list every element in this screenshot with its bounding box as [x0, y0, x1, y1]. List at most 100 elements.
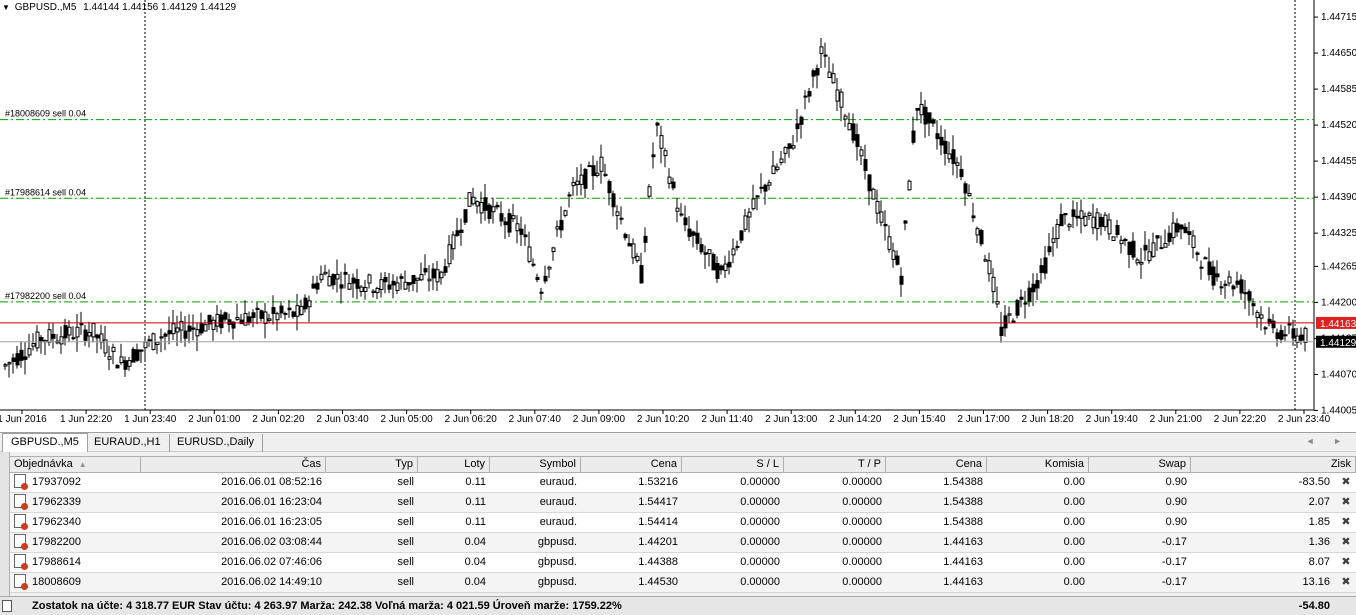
- candle-body: [171, 323, 176, 335]
- candle-body: [951, 149, 956, 164]
- cell-stop-loss: 0.00000: [740, 556, 780, 568]
- table-row[interactable]: 17982200 2016.06.02 03:08:44 sell 0.04 gbpus…: [10, 533, 1356, 553]
- cell-symbol: gbpusd.: [537, 536, 577, 548]
- cell-lots: 0.04: [464, 556, 486, 568]
- tab-gbpusd-m5[interactable]: GBPUSD.,M5: [2, 433, 88, 453]
- table-row[interactable]: 17962340 2016.06.01 16:23:05 sell 0.11 eurau…: [10, 513, 1356, 533]
- candle-body: [663, 150, 668, 157]
- cell-stop-loss: 0.00000: [740, 576, 780, 588]
- candle-body: [319, 273, 324, 281]
- candle-body: [831, 73, 836, 84]
- candle-body: [347, 283, 352, 290]
- candle-body: [1215, 273, 1220, 278]
- cell-take-profit: 0.00000: [842, 496, 882, 508]
- candle-body: [135, 349, 140, 361]
- close-order-icon[interactable]: ✖: [1340, 493, 1352, 512]
- candle-body: [971, 215, 976, 219]
- col-header-open-price[interactable]: Cena: [581, 457, 682, 473]
- candle-body: [1147, 251, 1152, 262]
- candle-body: [1063, 213, 1068, 216]
- candle-body: [495, 204, 500, 208]
- candle-body: [1131, 240, 1136, 258]
- col-header-order[interactable]: Objednávka ▲: [10, 457, 141, 473]
- table-row[interactable]: 17937092 2016.06.01 08:52:16 sell 0.11 eurau…: [10, 473, 1356, 493]
- candle-body: [1071, 209, 1076, 217]
- candle-body: [1035, 280, 1040, 289]
- col-header-current-price[interactable]: Cena: [886, 457, 987, 473]
- candle-body: [943, 140, 948, 154]
- price-chart[interactable]: ▼ GBPUSD.,M5 1.44144 1.44156 1.44129 1.4…: [0, 0, 1356, 432]
- candle-body: [167, 330, 172, 335]
- col-header-sl[interactable]: S / L: [682, 457, 784, 473]
- candle-body: [211, 319, 216, 330]
- cell-lots: 0.11: [465, 516, 486, 528]
- candle-body: [1099, 217, 1104, 227]
- close-order-icon[interactable]: ✖: [1340, 473, 1352, 492]
- time-tick-label: 2 Jun 18:20: [1021, 414, 1074, 425]
- trade-table: Objednávka ▲ Čas Typ Loty Symbol Cena S /…: [10, 456, 1356, 593]
- cell-profit: 1.36 ✖: [1191, 533, 1356, 552]
- candle-body: [947, 153, 952, 160]
- candle-body: [775, 166, 780, 171]
- candle-body: [51, 333, 56, 339]
- candle-body: [1227, 276, 1232, 284]
- chart-menu-triangle-icon[interactable]: ▼: [2, 3, 10, 12]
- candle-body: [711, 253, 716, 271]
- candle-body: [383, 276, 388, 283]
- candle-body: [63, 325, 68, 339]
- col-header-profit[interactable]: Zisk: [1191, 457, 1356, 473]
- col-header-commission[interactable]: Komisia: [987, 457, 1089, 473]
- close-order-icon[interactable]: ✖: [1340, 573, 1352, 592]
- candle-body: [1279, 329, 1284, 340]
- candle-body: [515, 223, 520, 232]
- table-row[interactable]: 17962339 2016.06.01 16:23:04 sell 0.11 eurau…: [10, 493, 1356, 513]
- candle-body: [443, 266, 448, 273]
- table-row[interactable]: 17988614 2016.06.02 07:46:06 sell 0.04 gbpus…: [10, 553, 1356, 573]
- candle-body: [995, 301, 1000, 305]
- candle-body: [567, 194, 572, 197]
- cell-stop-loss: 0.00000: [740, 496, 780, 508]
- candle-body: [1275, 332, 1280, 340]
- cell-open-price: 1.54414: [638, 516, 678, 528]
- close-order-icon[interactable]: ✖: [1340, 553, 1352, 572]
- candle-body: [671, 181, 676, 189]
- cell-current-price: 1.54388: [943, 476, 983, 488]
- table-row[interactable]: 18008609 2016.06.02 14:49:10 sell 0.04 gbpus…: [10, 573, 1356, 593]
- col-header-type[interactable]: Typ: [326, 457, 418, 473]
- close-order-icon[interactable]: ✖: [1340, 533, 1352, 552]
- candle-body: [91, 322, 96, 338]
- candle-body: [1211, 266, 1216, 286]
- price-tick-label: 1.44585: [1321, 84, 1356, 95]
- candle-body: [1039, 265, 1044, 273]
- cell-commission: 0.00: [1063, 516, 1085, 528]
- col-header-swap[interactable]: Swap: [1089, 457, 1191, 473]
- candle-body: [203, 324, 208, 332]
- cell-order-id: 17982200: [10, 533, 141, 552]
- cell-type: sell: [397, 536, 414, 548]
- time-tick-label: 2 Jun 11:40: [701, 414, 753, 425]
- candle-body: [715, 263, 720, 279]
- candle-body: [535, 276, 540, 281]
- candle-body: [603, 173, 608, 177]
- tab-eurusd-daily[interactable]: EURUSD.,Daily: [169, 434, 264, 452]
- tab-euraud-h1[interactable]: EURAUD.,H1: [86, 434, 170, 452]
- col-header-symbol[interactable]: Symbol: [490, 457, 581, 473]
- terminal-side-strip[interactable]: [0, 452, 10, 615]
- candle-body: [1239, 279, 1244, 294]
- col-header-lots[interactable]: Loty: [418, 457, 490, 473]
- candle-body: [219, 314, 224, 329]
- close-order-icon[interactable]: ✖: [1340, 513, 1352, 532]
- cell-current-price: 1.44163: [943, 556, 983, 568]
- candle-body: [915, 107, 920, 111]
- candle-body: [463, 209, 468, 223]
- candle-body: [679, 213, 684, 216]
- price-tick-label: 1.44265: [1321, 261, 1356, 272]
- col-header-time[interactable]: Čas: [141, 457, 326, 473]
- candle-body: [99, 333, 104, 343]
- col-header-tp[interactable]: T / P: [784, 457, 886, 473]
- cell-swap: -0.17: [1161, 576, 1187, 588]
- chart-canvas[interactable]: 1.44715 1.44650 1.44585 1.44520 1.44455 1.443…: [0, 0, 1356, 432]
- cell-open-time: 2016.06.01 16:23:04: [221, 496, 322, 508]
- tab-scroll-arrows-icon[interactable]: ◄ ►: [1306, 436, 1350, 446]
- time-tick-label: 1 Jun 23:40: [124, 414, 177, 425]
